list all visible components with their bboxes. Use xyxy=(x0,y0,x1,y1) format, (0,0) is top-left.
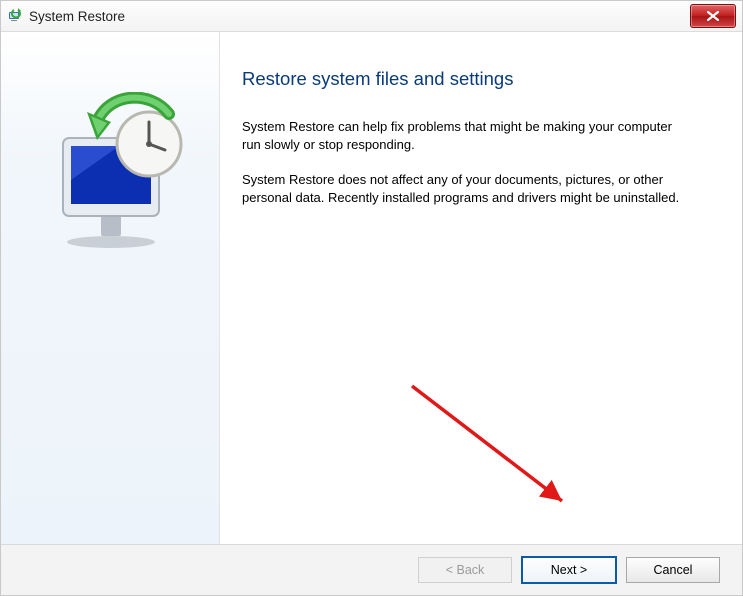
wizard-footer: < Back Next > Cancel xyxy=(1,544,742,595)
window-title: System Restore xyxy=(29,9,125,24)
page-heading: Restore system files and settings xyxy=(242,68,694,90)
back-button: < Back xyxy=(418,557,512,583)
intro-paragraph-2: System Restore does not affect any of yo… xyxy=(242,171,682,206)
dialog-body: Restore system files and settings System… xyxy=(1,32,742,544)
system-restore-window: System Restore xyxy=(0,0,743,596)
restore-illustration xyxy=(41,92,191,252)
cancel-button[interactable]: Cancel xyxy=(626,557,720,583)
intro-paragraph-1: System Restore can help fix problems tha… xyxy=(242,118,682,153)
close-button[interactable] xyxy=(690,4,736,28)
titlebar: System Restore xyxy=(1,1,742,32)
next-button[interactable]: Next > xyxy=(522,557,616,583)
side-panel xyxy=(1,32,220,544)
close-icon xyxy=(707,11,719,21)
system-restore-icon xyxy=(7,8,23,24)
main-content: Restore system files and settings System… xyxy=(220,32,742,544)
